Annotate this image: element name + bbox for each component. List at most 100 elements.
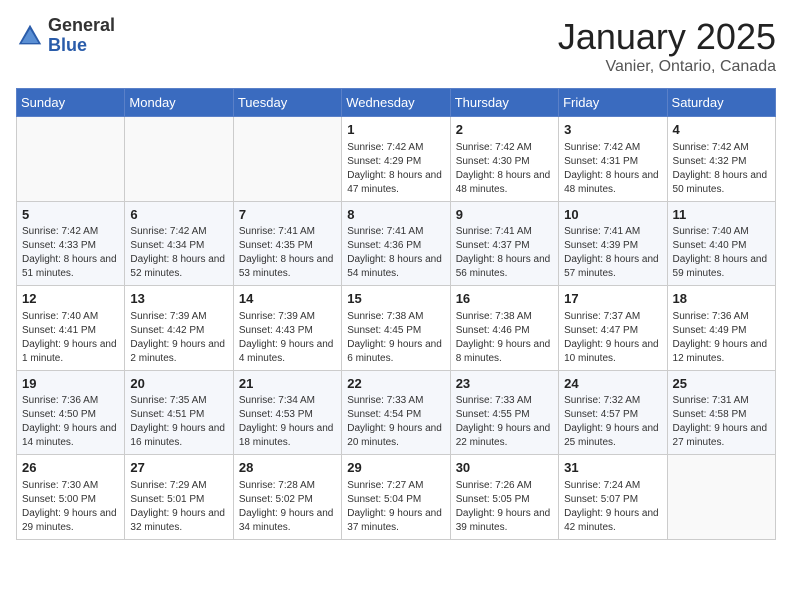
calendar-cell: 14 Sunrise: 7:39 AM Sunset: 4:43 PM Dayli… bbox=[233, 286, 341, 371]
day-info: Sunrise: 7:27 AM Sunset: 5:04 PM Dayligh… bbox=[347, 479, 444, 535]
calendar-cell: 21Sunrise: 7:34 AM Sunset: 4:53 PM Dayli… bbox=[233, 370, 341, 455]
calendar-cell: 18Sunrise: 7:36 AM Sunset: 4:49 PM Dayli… bbox=[667, 286, 775, 371]
calendar-cell: 11Sunrise: 7:40 AM Sunset: 4:40 PM Dayli… bbox=[667, 201, 775, 286]
calendar-cell: 15Sunrise: 7:38 AM Sunset: 4:45 PM Dayli… bbox=[342, 286, 450, 371]
day-info: Sunrise: 7:35 AM Sunset: 4:51 PM Dayligh… bbox=[130, 394, 227, 450]
logo-text: General Blue bbox=[48, 16, 115, 56]
day-number: 5 bbox=[22, 206, 119, 224]
day-number: 22 bbox=[347, 375, 444, 393]
calendar-cell: 23Sunrise: 7:33 AM Sunset: 4:55 PM Dayli… bbox=[450, 370, 558, 455]
day-info: Sunrise: 7:41 AM Sunset: 4:35 PM Dayligh… bbox=[239, 225, 336, 281]
day-info: Sunrise: 7:39 AM Sunset: 4:42 PM Dayligh… bbox=[130, 310, 227, 366]
day-info: Sunrise: 7:30 AM Sunset: 5:00 PM Dayligh… bbox=[22, 479, 119, 535]
day-number: 21 bbox=[239, 375, 336, 393]
day-number: 1 bbox=[347, 121, 444, 139]
day-info: Sunrise: 7:42 AM Sunset: 4:32 PM Dayligh… bbox=[673, 141, 770, 197]
day-number: 12 bbox=[22, 290, 119, 308]
day-number: 11 bbox=[673, 206, 770, 224]
calendar-cell bbox=[667, 455, 775, 540]
calendar-cell bbox=[17, 117, 125, 202]
calendar-week-row: 26 Sunrise: 7:30 AM Sunset: 5:00 PM Dayli… bbox=[17, 455, 776, 540]
calendar-cell: 24Sunrise: 7:32 AM Sunset: 4:57 PM Dayli… bbox=[559, 370, 667, 455]
calendar-cell bbox=[125, 117, 233, 202]
day-info: Sunrise: 7:42 AM Sunset: 4:31 PM Dayligh… bbox=[564, 141, 661, 197]
day-info: Sunrise: 7:36 AM Sunset: 4:50 PM Dayligh… bbox=[22, 394, 119, 450]
calendar-cell: 25Sunrise: 7:31 AM Sunset: 4:58 PM Dayli… bbox=[667, 370, 775, 455]
day-number: 16 bbox=[456, 290, 553, 308]
day-number: 9 bbox=[456, 206, 553, 224]
calendar-cell: 6Sunrise: 7:42 AM Sunset: 4:34 PM Daylig… bbox=[125, 201, 233, 286]
calendar-cell: 26 Sunrise: 7:30 AM Sunset: 5:00 PM Dayli… bbox=[17, 455, 125, 540]
day-info: Sunrise: 7:31 AM Sunset: 4:58 PM Dayligh… bbox=[673, 394, 770, 450]
calendar-cell: 10Sunrise: 7:41 AM Sunset: 4:39 PM Dayli… bbox=[559, 201, 667, 286]
calendar-cell: 9Sunrise: 7:41 AM Sunset: 4:37 PM Daylig… bbox=[450, 201, 558, 286]
day-number: 24 bbox=[564, 375, 661, 393]
day-number: 4 bbox=[673, 121, 770, 139]
day-info: Sunrise: 7:37 AM Sunset: 4:47 PM Dayligh… bbox=[564, 310, 661, 366]
location-title: Vanier, Ontario, Canada bbox=[558, 58, 776, 76]
calendar-cell: 7Sunrise: 7:41 AM Sunset: 4:35 PM Daylig… bbox=[233, 201, 341, 286]
day-info: Sunrise: 7:40 AM Sunset: 4:40 PM Dayligh… bbox=[673, 225, 770, 281]
day-info: Sunrise: 7:34 AM Sunset: 4:53 PM Dayligh… bbox=[239, 394, 336, 450]
calendar-cell: 2Sunrise: 7:42 AM Sunset: 4:30 PM Daylig… bbox=[450, 117, 558, 202]
day-number: 29 bbox=[347, 459, 444, 477]
title-block: January 2025 Vanier, Ontario, Canada bbox=[558, 16, 776, 76]
logo-general-text: General bbox=[48, 16, 115, 36]
logo-icon bbox=[16, 22, 44, 50]
calendar-week-row: 12Sunrise: 7:40 AM Sunset: 4:41 PM Dayli… bbox=[17, 286, 776, 371]
day-number: 18 bbox=[673, 290, 770, 308]
weekday-header: Friday bbox=[559, 89, 667, 117]
calendar-cell: 28Sunrise: 7:28 AM Sunset: 5:02 PM Dayli… bbox=[233, 455, 341, 540]
calendar-cell: 5Sunrise: 7:42 AM Sunset: 4:33 PM Daylig… bbox=[17, 201, 125, 286]
day-info: Sunrise: 7:42 AM Sunset: 4:34 PM Dayligh… bbox=[130, 225, 227, 281]
calendar-cell: 30 Sunrise: 7:26 AM Sunset: 5:05 PM Dayli… bbox=[450, 455, 558, 540]
month-title: January 2025 bbox=[558, 16, 776, 58]
calendar-cell bbox=[233, 117, 341, 202]
day-number: 13 bbox=[130, 290, 227, 308]
calendar-cell: 19Sunrise: 7:36 AM Sunset: 4:50 PM Dayli… bbox=[17, 370, 125, 455]
day-number: 26 bbox=[22, 459, 119, 477]
day-info: Sunrise: 7:39 AM Sunset: 4:43 PM Dayligh… bbox=[239, 310, 336, 366]
weekday-header: Monday bbox=[125, 89, 233, 117]
calendar-cell: 4 Sunrise: 7:42 AM Sunset: 4:32 PM Daylig… bbox=[667, 117, 775, 202]
calendar-cell: 3 Sunrise: 7:42 AM Sunset: 4:31 PM Daylig… bbox=[559, 117, 667, 202]
page-header: General Blue January 2025 Vanier, Ontari… bbox=[16, 16, 776, 76]
day-info: Sunrise: 7:33 AM Sunset: 4:55 PM Dayligh… bbox=[456, 394, 553, 450]
calendar-cell: 27 Sunrise: 7:29 AM Sunset: 5:01 PM Dayli… bbox=[125, 455, 233, 540]
calendar-cell: 31Sunrise: 7:24 AM Sunset: 5:07 PM Dayli… bbox=[559, 455, 667, 540]
calendar-week-row: 5Sunrise: 7:42 AM Sunset: 4:33 PM Daylig… bbox=[17, 201, 776, 286]
day-info: Sunrise: 7:38 AM Sunset: 4:46 PM Dayligh… bbox=[456, 310, 553, 366]
logo: General Blue bbox=[16, 16, 115, 56]
day-info: Sunrise: 7:42 AM Sunset: 4:29 PM Dayligh… bbox=[347, 141, 444, 197]
weekday-header: Wednesday bbox=[342, 89, 450, 117]
day-number: 14 bbox=[239, 290, 336, 308]
calendar-cell: 29 Sunrise: 7:27 AM Sunset: 5:04 PM Dayli… bbox=[342, 455, 450, 540]
day-info: Sunrise: 7:41 AM Sunset: 4:36 PM Dayligh… bbox=[347, 225, 444, 281]
day-number: 30 bbox=[456, 459, 553, 477]
calendar-week-row: 1 Sunrise: 7:42 AM Sunset: 4:29 PM Daylig… bbox=[17, 117, 776, 202]
day-number: 2 bbox=[456, 121, 553, 139]
calendar-cell: 1 Sunrise: 7:42 AM Sunset: 4:29 PM Daylig… bbox=[342, 117, 450, 202]
day-number: 17 bbox=[564, 290, 661, 308]
day-number: 6 bbox=[130, 206, 227, 224]
logo-blue-text: Blue bbox=[48, 36, 115, 56]
calendar-header-row: SundayMondayTuesdayWednesdayThursdayFrid… bbox=[17, 89, 776, 117]
calendar-week-row: 19Sunrise: 7:36 AM Sunset: 4:50 PM Dayli… bbox=[17, 370, 776, 455]
day-number: 20 bbox=[130, 375, 227, 393]
day-number: 27 bbox=[130, 459, 227, 477]
calendar-cell: 13 Sunrise: 7:39 AM Sunset: 4:42 PM Dayli… bbox=[125, 286, 233, 371]
calendar-table: SundayMondayTuesdayWednesdayThursdayFrid… bbox=[16, 88, 776, 540]
day-number: 7 bbox=[239, 206, 336, 224]
day-number: 25 bbox=[673, 375, 770, 393]
day-info: Sunrise: 7:29 AM Sunset: 5:01 PM Dayligh… bbox=[130, 479, 227, 535]
day-info: Sunrise: 7:42 AM Sunset: 4:33 PM Dayligh… bbox=[22, 225, 119, 281]
day-number: 10 bbox=[564, 206, 661, 224]
calendar-cell: 12Sunrise: 7:40 AM Sunset: 4:41 PM Dayli… bbox=[17, 286, 125, 371]
day-info: Sunrise: 7:33 AM Sunset: 4:54 PM Dayligh… bbox=[347, 394, 444, 450]
day-info: Sunrise: 7:26 AM Sunset: 5:05 PM Dayligh… bbox=[456, 479, 553, 535]
day-number: 31 bbox=[564, 459, 661, 477]
day-number: 15 bbox=[347, 290, 444, 308]
day-number: 3 bbox=[564, 121, 661, 139]
day-number: 28 bbox=[239, 459, 336, 477]
weekday-header: Thursday bbox=[450, 89, 558, 117]
